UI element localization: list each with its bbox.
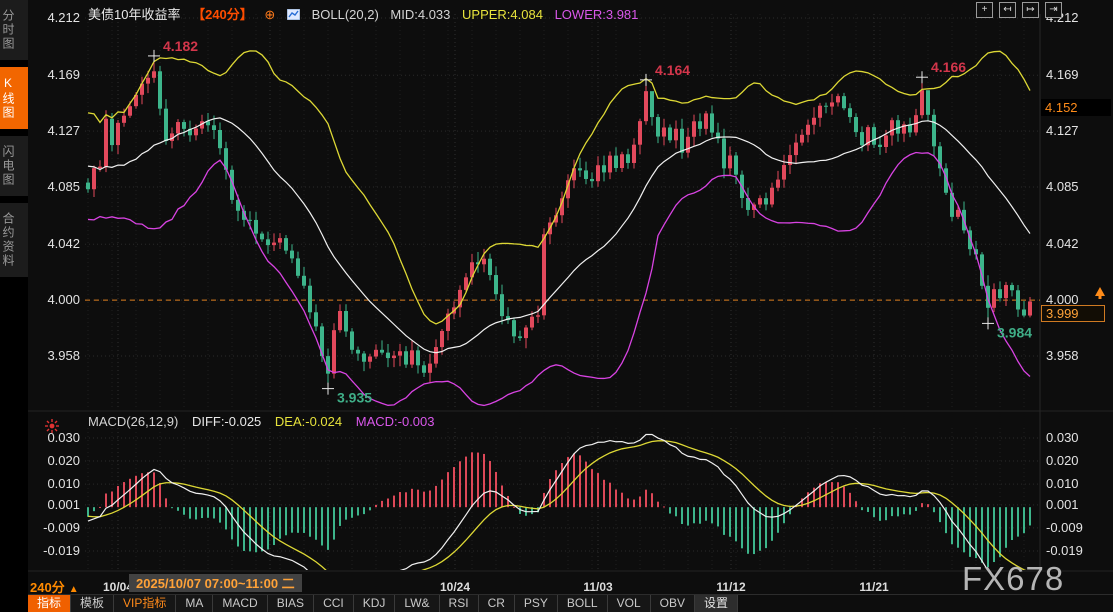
svg-text:3.958: 3.958 bbox=[1046, 348, 1079, 363]
toolbar-item-rsi[interactable]: RSI bbox=[440, 595, 479, 612]
axis-badge-upper: 4.152 bbox=[1041, 99, 1111, 116]
sidebar-tabs: 分时图 K线图 闪电图 合约资料 bbox=[0, 0, 28, 277]
settings-icon[interactable]: ⊕ bbox=[264, 7, 275, 22]
sidebar: 分时图 K线图 闪电图 合约资料 bbox=[0, 0, 28, 612]
last-price-box: 3.999 bbox=[1041, 305, 1105, 322]
macd-diff-value: DIFF:-0.025 bbox=[192, 414, 261, 429]
toolbar-item-bias[interactable]: BIAS bbox=[268, 595, 314, 612]
macd-header: MACD(26,12,9) DIFF:-0.025 DEA:-0.024 MAC… bbox=[88, 414, 445, 429]
bottom-toolbar: 指标 模板 VIP指标 MA MACD BIAS CCI KDJ LW& RSI… bbox=[28, 594, 1113, 612]
svg-text:4.182: 4.182 bbox=[163, 38, 198, 54]
watermark: FX678 bbox=[962, 560, 1064, 598]
toolbar-item-cci[interactable]: CCI bbox=[314, 595, 354, 612]
svg-text:4.127: 4.127 bbox=[47, 123, 80, 138]
boll-mid-value: MID:4.033 bbox=[390, 7, 450, 22]
toolbar-item-macd[interactable]: MACD bbox=[213, 595, 267, 612]
toolbar-item-kdj[interactable]: KDJ bbox=[354, 595, 396, 612]
toolbar-item-boll[interactable]: BOLL bbox=[558, 595, 608, 612]
svg-text:-0.019: -0.019 bbox=[43, 543, 80, 558]
axis-zoom-in-icon[interactable]: ↤ bbox=[999, 2, 1016, 18]
toolbar-item-vip[interactable]: VIP指标 bbox=[114, 595, 176, 612]
svg-text:0.001: 0.001 bbox=[1046, 497, 1079, 512]
svg-text:0.020: 0.020 bbox=[47, 453, 80, 468]
macd-dea-value: DEA:-0.024 bbox=[275, 414, 342, 429]
mini-chart-icon[interactable] bbox=[287, 8, 300, 23]
pan-icon[interactable]: + bbox=[976, 2, 993, 18]
boll-upper-value: UPPER:4.084 bbox=[462, 7, 543, 22]
svg-text:4.166: 4.166 bbox=[931, 59, 966, 75]
svg-text:0.030: 0.030 bbox=[1046, 430, 1079, 445]
svg-text:4.169: 4.169 bbox=[47, 67, 80, 82]
chart-header: 美债10年收益率 【240分】 ⊕ BOLL(20,2) MID:4.033 U… bbox=[88, 4, 646, 23]
macd-label: MACD(26,12,9) bbox=[88, 414, 178, 429]
chart-app: 4.2124.2124.1694.1694.1274.1274.0854.085… bbox=[0, 0, 1113, 612]
svg-text:4.085: 4.085 bbox=[1046, 179, 1079, 194]
sidebar-tab-lightning[interactable]: 闪电图 bbox=[0, 136, 28, 196]
svg-text:4.042: 4.042 bbox=[1046, 236, 1079, 251]
svg-text:4.085: 4.085 bbox=[47, 179, 80, 194]
svg-text:3.984: 3.984 bbox=[997, 324, 1032, 340]
bar-info-tooltip: 2025/10/07 07:00~11:00 二 bbox=[129, 574, 302, 592]
toolbar-item-settings[interactable]: 设置 bbox=[695, 595, 738, 612]
chart-canvas[interactable]: 4.2124.2124.1694.1694.1274.1274.0854.085… bbox=[0, 0, 1113, 612]
sidebar-tab-kline[interactable]: K线图 bbox=[0, 67, 28, 129]
toolbar-item-ma[interactable]: MA bbox=[176, 595, 213, 612]
svg-text:0.020: 0.020 bbox=[1046, 453, 1079, 468]
boll-lower-value: LOWER:3.981 bbox=[555, 7, 639, 22]
svg-text:3.958: 3.958 bbox=[47, 348, 80, 363]
toolbar-item-template[interactable]: 模板 bbox=[71, 595, 114, 612]
svg-text:4.042: 4.042 bbox=[47, 236, 80, 251]
chart-tool-icons: + ↤ ↦ ⇥ bbox=[976, 2, 1062, 18]
period-label[interactable]: 【240分】 bbox=[192, 7, 253, 22]
svg-text:4.169: 4.169 bbox=[1046, 67, 1079, 82]
svg-text:0.010: 0.010 bbox=[1046, 476, 1079, 491]
svg-text:11/12: 11/12 bbox=[716, 580, 746, 594]
svg-text:4.164: 4.164 bbox=[655, 62, 690, 78]
macd-macd-value: MACD:-0.003 bbox=[356, 414, 435, 429]
svg-text:-0.009: -0.009 bbox=[43, 520, 80, 535]
svg-text:4.127: 4.127 bbox=[1046, 123, 1079, 138]
instrument-title: 美债10年收益率 bbox=[88, 7, 180, 22]
toolbar-item-obv[interactable]: OBV bbox=[651, 595, 695, 612]
svg-text:3.935: 3.935 bbox=[337, 390, 372, 406]
svg-text:-0.009: -0.009 bbox=[1046, 520, 1083, 535]
sidebar-tab-timeshare[interactable]: 分时图 bbox=[0, 0, 28, 60]
timeframe-label: 240分 bbox=[30, 580, 65, 595]
toolbar-item-lwr[interactable]: LW& bbox=[395, 595, 439, 612]
toolbar-item-indicator[interactable]: 指标 bbox=[28, 595, 71, 612]
go-to-latest-icon[interactable]: ⇥ bbox=[1045, 2, 1062, 18]
toolbar-item-psy[interactable]: PSY bbox=[515, 595, 558, 612]
svg-text:4.212: 4.212 bbox=[47, 10, 80, 25]
svg-text:-0.019: -0.019 bbox=[1046, 543, 1083, 558]
sidebar-tab-contract-info[interactable]: 合约资料 bbox=[0, 203, 28, 277]
svg-text:0.001: 0.001 bbox=[47, 497, 80, 512]
svg-text:10/24: 10/24 bbox=[440, 580, 470, 594]
boll-label: BOLL(20,2) bbox=[312, 7, 379, 22]
toolbar-item-vol[interactable]: VOL bbox=[608, 595, 651, 612]
svg-text:0.010: 0.010 bbox=[47, 476, 80, 491]
svg-text:4.000: 4.000 bbox=[47, 292, 80, 307]
svg-text:11/03: 11/03 bbox=[583, 580, 613, 594]
toolbar-item-cr[interactable]: CR bbox=[479, 595, 515, 612]
svg-text:11/21: 11/21 bbox=[859, 580, 889, 594]
alert-icon[interactable] bbox=[44, 418, 60, 439]
axis-zoom-out-icon[interactable]: ↦ bbox=[1022, 2, 1039, 18]
